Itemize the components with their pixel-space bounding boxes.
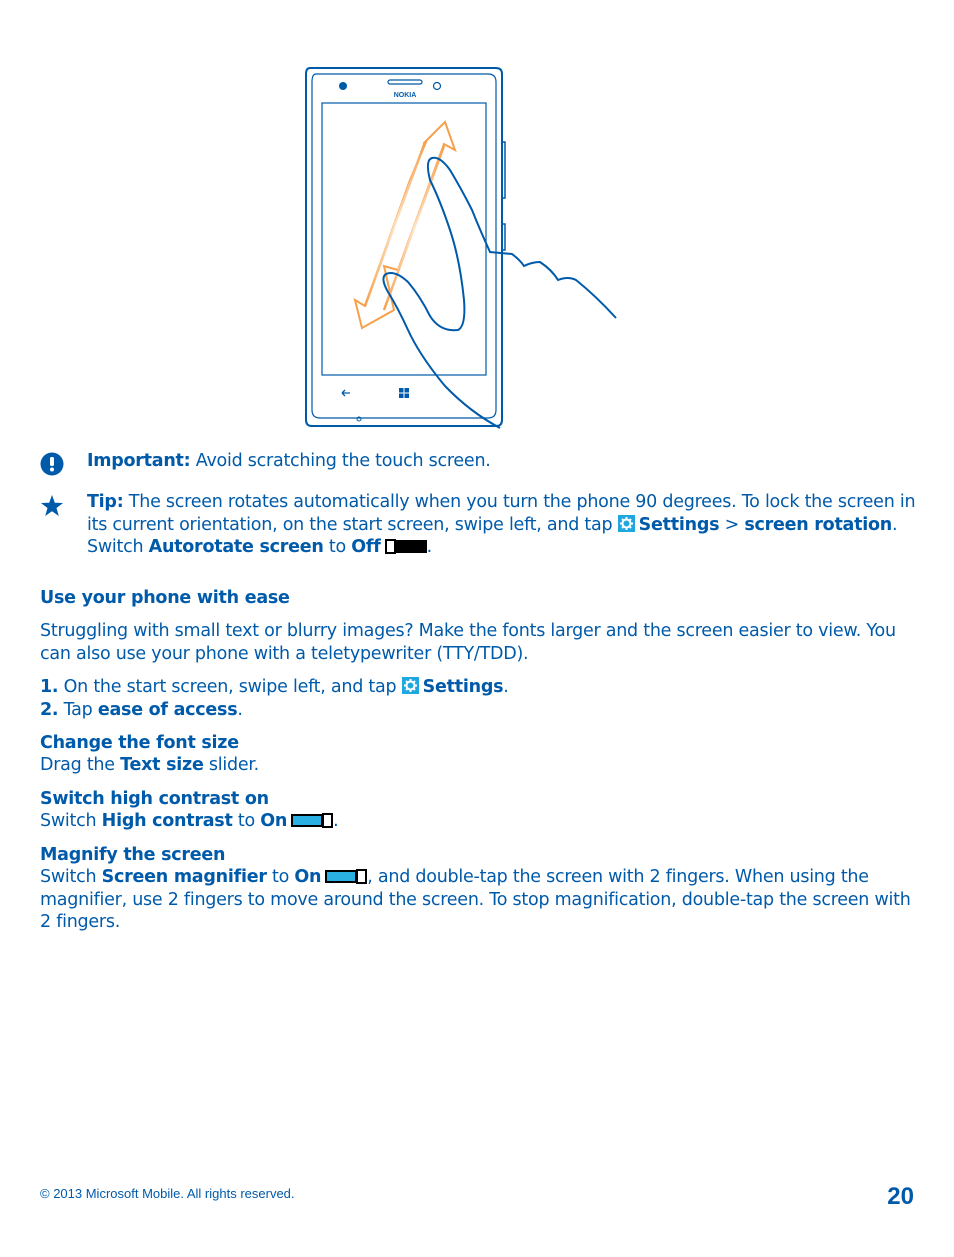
tip-note: Tip: The screen rotates automatically wh… (87, 491, 922, 559)
important-text: Avoid scratching the touch screen. (190, 451, 491, 471)
step-number: 2. (40, 699, 59, 720)
important-label: Important: (87, 451, 191, 471)
att-logo-icon (339, 82, 347, 90)
autorotate-label: Autorotate screen (148, 537, 324, 557)
page-number: 20 (887, 1183, 914, 1210)
magnify-text: Switch (40, 867, 102, 887)
font-text-end: slider. (203, 755, 259, 775)
contrast-end: . (333, 811, 339, 831)
toggle-off-icon (384, 539, 427, 554)
font-size-subsection: Change the font size Drag the Text size … (40, 732, 920, 777)
font-size-title: Change the font size (40, 733, 239, 753)
screen-magnifier-label: Screen magnifier (101, 867, 267, 887)
step-text: On the start screen, swipe left, and tap (58, 677, 402, 697)
screen-rotation-label: screen rotation (744, 514, 892, 535)
settings-label: Settings (638, 514, 720, 535)
step-text: Tap (58, 699, 98, 720)
back-icon (341, 389, 350, 397)
hand-outline (382, 156, 617, 429)
important-note: Important: Avoid scratching the touch sc… (87, 450, 922, 473)
high-contrast-label: High contrast (101, 811, 233, 831)
step-number: 1. (40, 677, 59, 697)
windows-icon (399, 388, 409, 398)
on-label: On (260, 811, 288, 831)
settings-gear-icon (617, 514, 635, 532)
separator: > (719, 514, 745, 535)
step-bold: Settings (422, 677, 504, 697)
star-icon (40, 494, 64, 518)
step-2: 2. Tap ease of access. (40, 699, 920, 722)
step-1: 1. On the start screen, swipe left, and … (40, 676, 920, 699)
magnify-subsection: Magnify the screen Switch Screen magnifi… (40, 844, 920, 934)
step-bold: ease of access (97, 699, 238, 720)
font-text: Drag the (40, 755, 121, 775)
contrast-to: to (232, 811, 261, 831)
phone-illustration-svg: NOKIA (305, 67, 617, 429)
off-label: Off (351, 537, 381, 557)
step-end: . (237, 699, 243, 720)
phone-gesture-illustration: NOKIA (300, 60, 630, 440)
tip-end: . (426, 537, 433, 557)
on-label: On (294, 867, 322, 887)
section-intro: Struggling with small text or blurry ima… (40, 621, 896, 664)
section-title: Use your phone with ease (40, 588, 290, 608)
toggle-on-icon (325, 869, 368, 884)
contrast-text: Switch (40, 811, 102, 831)
toggle-on-icon (291, 813, 334, 828)
high-contrast-subsection: Switch high contrast on Switch High cont… (40, 788, 920, 833)
nokia-logo: NOKIA (394, 92, 417, 99)
magnify-to: to (266, 867, 295, 887)
magnify-title: Magnify the screen (40, 845, 226, 865)
step-end: . (503, 677, 509, 697)
tip-to: to (323, 537, 352, 557)
text-size-label: Text size (120, 755, 204, 775)
pinch-arrow-icon (353, 120, 457, 330)
copyright: © 2013 Microsoft Mobile. All rights rese… (40, 1186, 295, 1201)
settings-gear-icon (401, 677, 419, 694)
tip-label: Tip: (87, 492, 124, 512)
exclamation-icon (40, 452, 64, 476)
high-contrast-title: Switch high contrast on (40, 789, 269, 809)
steps-list: 1. On the start screen, swipe left, and … (40, 676, 920, 721)
